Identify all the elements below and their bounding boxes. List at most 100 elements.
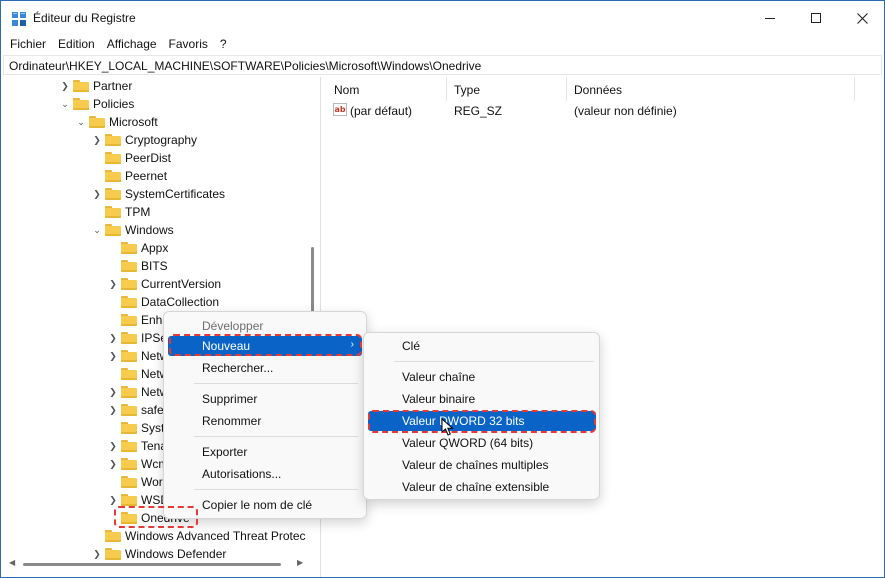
menu-item-autorisations[interactable]: Autorisations... (168, 464, 362, 484)
folder-icon (121, 314, 137, 326)
minimize-button[interactable] (747, 1, 793, 35)
menu-affichage[interactable]: Affichage (101, 35, 163, 55)
tree-item-netw-2[interactable]: Netw (107, 365, 168, 383)
tree-item-label: Appx (141, 241, 169, 255)
tree-item-policies[interactable]: ⌄ Policies (59, 95, 134, 113)
values-list-pane[interactable]: Nom Type Données ab (par défaut) REG_SZ … (327, 77, 882, 577)
chevron-right-icon[interactable]: ❯ (91, 545, 103, 563)
tree-item-windows-atp[interactable]: Windows Advanced Threat Protec (91, 527, 306, 545)
chevron-down-icon[interactable]: ⌄ (75, 113, 87, 131)
tree-item-bits[interactable]: BITS (107, 257, 168, 275)
tree-item-wcm[interactable]: ❯ Wcm (107, 455, 168, 473)
submenu-item-chaines-multiples[interactable]: Valeur de chaînes multiples (368, 455, 596, 475)
tree-item-label: Wor (141, 475, 163, 489)
highlight-onedrive (114, 506, 198, 528)
tree-item-netw-1[interactable]: ❯ Netw (107, 347, 168, 365)
tree-item-tena[interactable]: ❯ Tena (107, 437, 167, 455)
tree-item-wor[interactable]: Wor (107, 473, 163, 491)
folder-icon (105, 530, 121, 542)
menu-item-rechercher[interactable]: Rechercher... (168, 358, 362, 378)
tree-item-cryptography[interactable]: ❯ Cryptography (91, 131, 197, 149)
tree-item-peernet[interactable]: Peernet (91, 167, 167, 185)
column-header-nom[interactable]: Nom (327, 77, 447, 101)
folder-icon (105, 188, 121, 200)
menu-separator (394, 361, 594, 362)
submenu-item-valeur-qword[interactable]: Valeur QWORD (64 bits) (368, 433, 596, 453)
menu-edition[interactable]: Edition (52, 35, 101, 55)
close-button[interactable] (839, 1, 884, 35)
tree-item-windows-defender[interactable]: ❯ Windows Defender (91, 545, 226, 563)
scroll-left-icon[interactable]: ◀ (9, 558, 15, 567)
tree-item-label: Policies (93, 97, 135, 111)
horizontal-scrollbar-thumb[interactable] (23, 563, 281, 566)
column-header-type[interactable]: Type (447, 77, 567, 101)
maximize-button[interactable] (793, 1, 839, 35)
tree-item-netw-3[interactable]: ❯ Netw (107, 383, 168, 401)
tree-item-partner[interactable]: ❯ Partner (59, 77, 132, 95)
chevron-down-icon[interactable]: ⌄ (91, 221, 103, 239)
chevron-right-icon[interactable]: ❯ (107, 383, 119, 401)
menu-fichier[interactable]: Fichier (4, 35, 52, 55)
chevron-right-icon[interactable]: ❯ (107, 437, 119, 455)
registry-icon (12, 12, 26, 26)
tree-item-label: CurrentVersion (141, 277, 222, 291)
submenu-item-valeur-binaire[interactable]: Valeur binaire (368, 389, 596, 409)
value-name[interactable]: (par défaut) (350, 101, 450, 121)
folder-icon (121, 242, 137, 254)
menu-item-renommer[interactable]: Renommer (168, 411, 362, 431)
value-data: (valeur non définie) (574, 104, 677, 118)
tree-item-label: Peernet (125, 169, 168, 183)
folder-icon (105, 152, 121, 164)
tree-item-label: TPM (125, 205, 151, 219)
chevron-right-icon[interactable]: ❯ (107, 455, 119, 473)
tree-item-ipse[interactable]: ❯ IPSe (107, 329, 167, 347)
folder-icon (121, 368, 137, 380)
tree-item-datacollection[interactable]: DataCollection (107, 293, 219, 311)
menu-help[interactable]: ? (214, 35, 233, 55)
tree-item-windows[interactable]: ⌄ Windows (91, 221, 173, 239)
menu-item-supprimer[interactable]: Supprimer (168, 389, 362, 409)
folder-icon (121, 386, 137, 398)
address-bar[interactable]: Ordinateur\HKEY_LOCAL_MACHINE\SOFTWARE\P… (3, 55, 882, 75)
highlight-nouveau (169, 334, 362, 356)
tree-item-syst[interactable]: Syst (107, 419, 164, 437)
registry-editor-window: Éditeur du Registre Fichier Edition Affi… (0, 0, 885, 578)
submenu-item-valeur-chaine[interactable]: Valeur chaîne (368, 367, 596, 387)
vertical-scrollbar-thumb[interactable] (311, 247, 314, 317)
chevron-down-icon[interactable]: ⌄ (59, 95, 71, 113)
tree-item-peerdist[interactable]: PeerDist (91, 149, 171, 167)
tree-item-safe[interactable]: ❯ safe (107, 401, 164, 419)
folder-icon (105, 206, 121, 218)
folder-icon (121, 278, 137, 290)
tree-item-label: Windows Defender (125, 547, 227, 561)
submenu-item-chaine-extensible[interactable]: Valeur de chaîne extensible (368, 477, 596, 497)
menu-favoris[interactable]: Favoris (163, 35, 214, 55)
chevron-right-icon[interactable]: ❯ (107, 401, 119, 419)
folder-icon (105, 224, 121, 236)
menu-item-developper[interactable]: Développer (168, 316, 362, 336)
folder-icon (121, 494, 137, 506)
tree-item-label: safe (141, 403, 164, 417)
column-header-donnees[interactable]: Données (567, 77, 855, 101)
chevron-right-icon[interactable]: ❯ (107, 275, 119, 293)
chevron-right-icon[interactable]: ❯ (91, 131, 103, 149)
scroll-right-icon[interactable]: ▶ (297, 558, 303, 567)
tree-item-appx[interactable]: Appx (107, 239, 168, 257)
chevron-right-icon[interactable]: ❯ (91, 185, 103, 203)
tree-item-enha[interactable]: Enha (107, 311, 169, 329)
tree-item-label: Syst (141, 421, 165, 435)
chevron-right-icon[interactable]: ❯ (107, 347, 119, 365)
chevron-right-icon[interactable]: ❯ (107, 329, 119, 347)
menu-separator (194, 436, 358, 437)
menu-item-exporter[interactable]: Exporter (168, 442, 362, 462)
folder-icon (105, 170, 121, 182)
tree-item-microsoft[interactable]: ⌄ Microsoft (75, 113, 157, 131)
tree-item-tpm[interactable]: TPM (91, 203, 150, 221)
menu-separator (194, 383, 358, 384)
highlight-valeur-dword (368, 410, 596, 433)
tree-item-currentversion[interactable]: ❯ CurrentVersion (107, 275, 221, 293)
chevron-right-icon[interactable]: ❯ (59, 77, 71, 95)
submenu-item-cle[interactable]: Clé (368, 336, 596, 356)
tree-item-systemcertificates[interactable]: ❯ SystemCertificates (91, 185, 225, 203)
tree-item-label: SystemCertificates (125, 187, 226, 201)
